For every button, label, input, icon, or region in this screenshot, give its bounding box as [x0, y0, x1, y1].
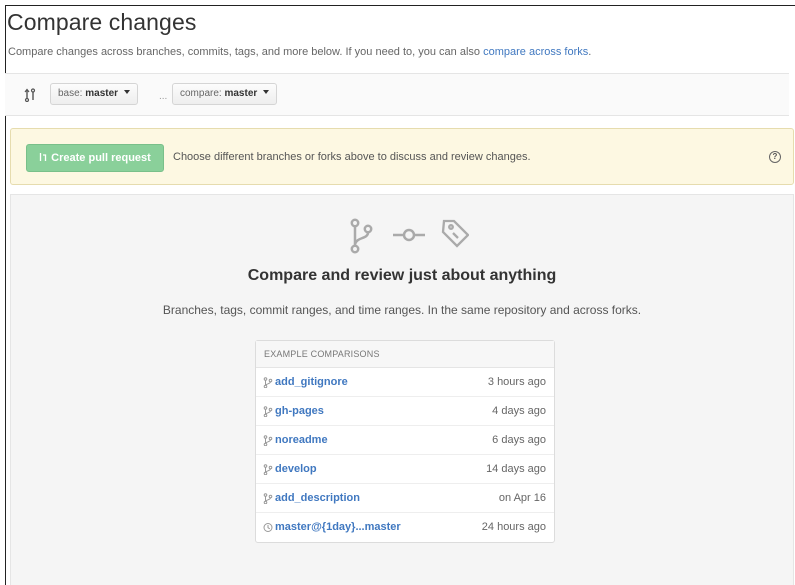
example-row[interactable]: add_gitignore 3 hours ago: [256, 368, 554, 397]
page-title: Compare changes: [7, 9, 197, 35]
create-pull-request-button[interactable]: Create pull request: [26, 144, 164, 172]
caret-down-icon: [263, 90, 270, 95]
create-pull-request-label: Create pull request: [51, 152, 151, 164]
example-row[interactable]: master@{1day}...master 24 hours ago: [256, 513, 554, 542]
flash-message: Choose different branches or forks above…: [173, 151, 531, 163]
git-branch-icon: [263, 406, 273, 417]
example-row[interactable]: add_description on Apr 16: [256, 484, 554, 513]
blankslate-description: Branches, tags, commit ranges, and time …: [162, 303, 642, 317]
example-link[interactable]: master@{1day}...master: [275, 521, 401, 533]
git-branch-icon: [263, 377, 273, 388]
blankslate: Compare and review just about anything B…: [10, 194, 794, 585]
subtitle-end: .: [588, 46, 592, 58]
example-time: 14 days ago: [486, 463, 546, 475]
example-link[interactable]: gh-pages: [275, 405, 324, 417]
caret-down-icon: [123, 90, 130, 95]
tag-icon: [441, 219, 469, 248]
example-time: 24 hours ago: [481, 521, 546, 533]
example-row[interactable]: gh-pages 4 days ago: [256, 397, 554, 426]
git-branch-icon: [263, 435, 273, 446]
git-compare-icon: [24, 88, 36, 102]
git-branch-icon: [263, 464, 273, 475]
example-time: 6 days ago: [492, 434, 546, 446]
example-time: 3 hours ago: [487, 376, 546, 388]
base-value: master: [85, 88, 119, 99]
git-branch-icon: [263, 493, 273, 504]
example-time: 4 days ago: [492, 405, 546, 417]
git-commit-icon: [393, 228, 425, 242]
question-icon[interactable]: ?: [769, 151, 781, 163]
compare-across-forks-link[interactable]: compare across forks: [483, 46, 588, 58]
git-branch-icon: [350, 218, 373, 254]
page-subtitle: Compare changes across branches, commits…: [8, 46, 591, 58]
base-branch-select[interactable]: base: master: [50, 83, 138, 105]
range-editor: base: master ... compare: master: [5, 73, 789, 116]
example-link[interactable]: noreadme: [275, 434, 328, 446]
compare-value: master: [224, 88, 258, 99]
subtitle-text: Compare changes across branches, commits…: [8, 46, 484, 58]
example-link[interactable]: develop: [275, 463, 317, 475]
compare-prefix: compare:: [180, 88, 222, 99]
example-link[interactable]: add_description: [275, 492, 360, 504]
example-link[interactable]: add_gitignore: [275, 376, 348, 388]
range-separator: ...: [159, 91, 168, 102]
compare-branch-select[interactable]: compare: master: [172, 83, 278, 105]
example-comparisons: EXAMPLE COMPARISONS add_gitignore 3 hour…: [255, 340, 555, 543]
example-row[interactable]: noreadme 6 days ago: [256, 426, 554, 455]
example-row[interactable]: develop 14 days ago: [256, 455, 554, 484]
compare-flash: Create pull request Choose different bra…: [10, 128, 794, 185]
git-pull-request-icon: [40, 153, 47, 162]
blankslate-icons: [350, 218, 469, 254]
blankslate-title: Compare and review just about anything: [247, 267, 557, 284]
example-time: on Apr 16: [498, 492, 546, 504]
example-comparisons-header: EXAMPLE COMPARISONS: [256, 341, 554, 368]
history-icon: [263, 523, 273, 532]
base-prefix: base:: [58, 88, 83, 99]
